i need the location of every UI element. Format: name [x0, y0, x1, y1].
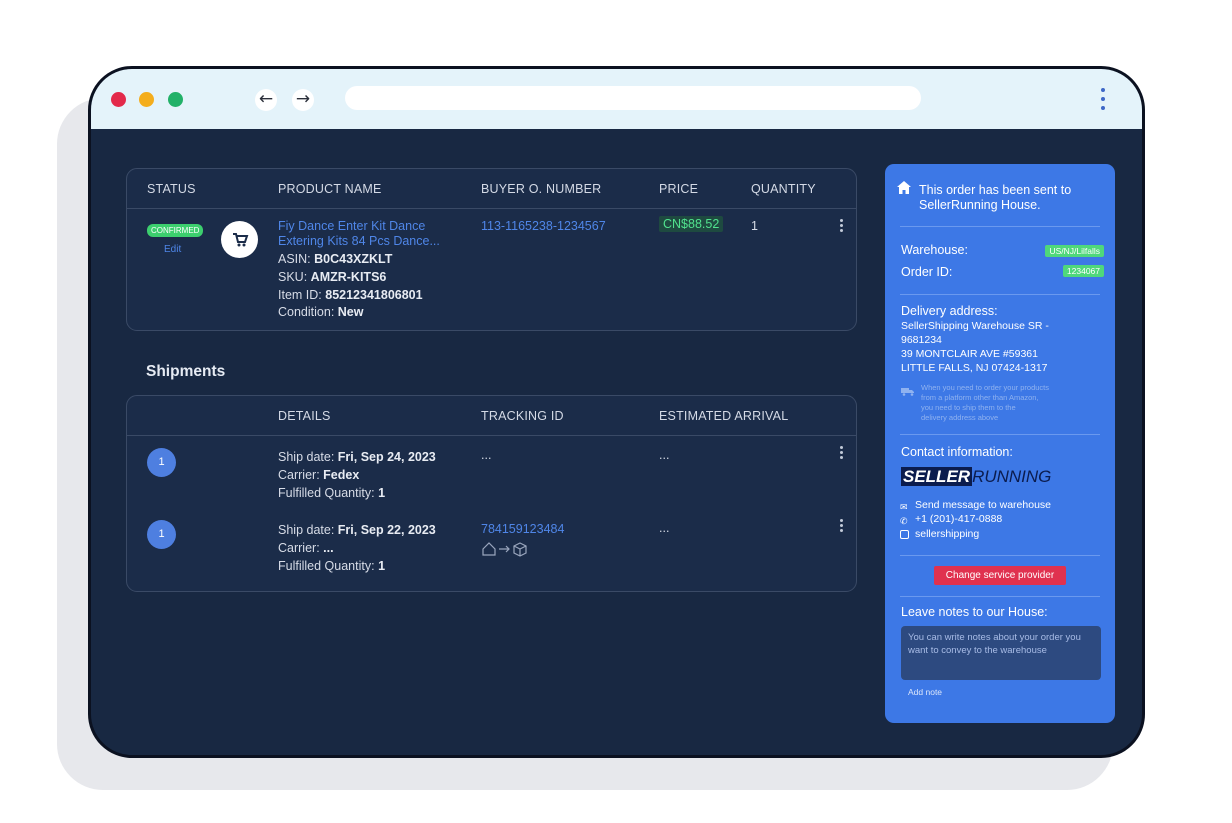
- cart-icon[interactable]: [221, 221, 258, 258]
- estimated-arrival: ...: [659, 448, 670, 462]
- address-bar[interactable]: [345, 86, 921, 110]
- header-estimated-arrival: ESTIMATED ARRIVAL: [659, 409, 789, 423]
- asin: ASIN: B0C43XZKLT: [278, 252, 393, 266]
- divider: [900, 294, 1100, 295]
- shipments-table: DETAILS TRACKING ID ESTIMATED ARRIVAL 1 …: [126, 395, 857, 592]
- sent-message-line1: This order has been sent to: [919, 183, 1072, 197]
- house-to-box-icon: [481, 541, 531, 562]
- carrier: Carrier: ...: [278, 541, 334, 555]
- contact-phone: +1 (201)-417-0888: [915, 513, 1003, 525]
- condition: Condition: New: [278, 305, 364, 319]
- header-tracking-id: TRACKING ID: [481, 409, 564, 423]
- price-badge: CN$88.52: [659, 216, 724, 232]
- truck-icon: [901, 383, 915, 401]
- delivery-address-title: Delivery address:: [901, 304, 998, 318]
- ship-date: Ship date: Fri, Sep 22, 2023: [278, 523, 436, 537]
- buyer-order-number[interactable]: 113-1165238-1234567: [481, 218, 606, 235]
- header-status: STATUS: [147, 182, 196, 196]
- sku: SKU: AMZR-KITS6: [278, 270, 387, 284]
- address-line4: LITTLE FALLS, NJ 07424-1317: [901, 362, 1048, 374]
- instagram-icon: [900, 530, 909, 539]
- tracking-id[interactable]: 784159123484: [481, 521, 564, 538]
- header-product-name: PRODUCT NAME: [278, 182, 382, 196]
- envelope-icon: ✉: [900, 502, 908, 512]
- shipment-row-menu-icon[interactable]: [840, 446, 844, 461]
- header-quantity: QUANTITY: [751, 182, 816, 196]
- divider: [900, 434, 1100, 435]
- home-icon: [897, 181, 911, 199]
- contact-info-title: Contact information:: [901, 445, 1013, 459]
- order-id-label: Order ID:: [901, 265, 953, 279]
- browser-titlebar: ← →: [91, 69, 1142, 129]
- minimize-window-dot[interactable]: [139, 92, 154, 107]
- shipment-row-menu-icon[interactable]: [840, 519, 844, 534]
- browser-menu-icon[interactable]: [1096, 85, 1110, 115]
- forward-arrow-icon[interactable]: →: [292, 89, 314, 111]
- header-price: PRICE: [659, 182, 699, 196]
- delivery-note-line1: When you need to order your products: [921, 383, 1049, 392]
- shipments-table-header: DETAILS TRACKING ID ESTIMATED ARRIVAL: [127, 396, 856, 436]
- fulfilled-quantity: Fulfilled Quantity: 1: [278, 486, 386, 500]
- item-id: Item ID: 85212341806801: [278, 288, 423, 302]
- phone-icon: ✆: [900, 516, 908, 526]
- delivery-note-line4: delivery address above: [921, 413, 999, 422]
- close-window-dot[interactable]: [111, 92, 126, 107]
- order-table-header: STATUS PRODUCT NAME BUYER O. NUMBER PRIC…: [127, 169, 856, 209]
- shipment-number-badge: 1: [147, 520, 176, 549]
- shipment-number-badge: 1: [147, 448, 176, 477]
- header-details: DETAILS: [278, 409, 331, 423]
- estimated-arrival: ...: [659, 521, 670, 535]
- add-note-link[interactable]: Add note: [908, 687, 942, 697]
- divider: [900, 555, 1100, 556]
- header-buyer-order-number: BUYER O. NUMBER: [481, 182, 602, 196]
- warehouse-badge: US/NJ/Lilfalls: [1045, 245, 1104, 257]
- tracking-id: ...: [481, 448, 492, 462]
- edit-link[interactable]: Edit: [164, 241, 181, 258]
- order-row-menu-icon[interactable]: [840, 219, 844, 234]
- sent-message-line2: SellerRunning House.: [919, 198, 1041, 212]
- back-arrow-icon[interactable]: ←: [255, 89, 277, 111]
- change-service-provider-button[interactable]: Change service provider: [934, 566, 1066, 585]
- quantity-value: 1: [751, 219, 758, 233]
- divider: [900, 596, 1100, 597]
- notes-title: Leave notes to our House:: [901, 605, 1048, 619]
- address-line2: 9681234: [901, 334, 942, 346]
- maximize-window-dot[interactable]: [168, 92, 183, 107]
- carrier: Carrier: Fedex: [278, 468, 360, 482]
- notes-textarea[interactable]: You can write notes about your order you…: [901, 626, 1101, 680]
- warehouse-label: Warehouse:: [901, 243, 968, 257]
- fulfilled-quantity: Fulfilled Quantity: 1: [278, 559, 386, 573]
- sellerrunning-logo: SELLER RUNNING: [901, 467, 1052, 486]
- send-message-link[interactable]: Send message to warehouse: [915, 499, 1051, 511]
- order-info-sidebar: This order has been sent to SellerRunnin…: [885, 164, 1115, 723]
- contact-instagram[interactable]: sellershipping: [915, 528, 979, 540]
- browser-window: ← → STATUS PRODUCT NAME BUYER O. NUMBER …: [88, 66, 1145, 758]
- divider: [900, 226, 1100, 227]
- delivery-note-line2: from a platform other than Amazon,: [921, 393, 1039, 402]
- order-id-badge: 1234067: [1062, 265, 1104, 277]
- address-line1: SellerShipping Warehouse SR -: [901, 320, 1049, 332]
- order-table: STATUS PRODUCT NAME BUYER O. NUMBER PRIC…: [126, 168, 857, 331]
- ship-date: Ship date: Fri, Sep 24, 2023: [278, 450, 436, 464]
- status-badge: CONFIRMED: [147, 224, 204, 237]
- delivery-note-line3: you need to ship them to the: [921, 403, 1016, 412]
- address-line3: 39 MONTCLAIR AVE #59361: [901, 348, 1038, 360]
- product-name-line2[interactable]: Extering Kits 84 Pcs Dance...: [278, 233, 440, 250]
- shipments-title: Shipments: [146, 363, 226, 380]
